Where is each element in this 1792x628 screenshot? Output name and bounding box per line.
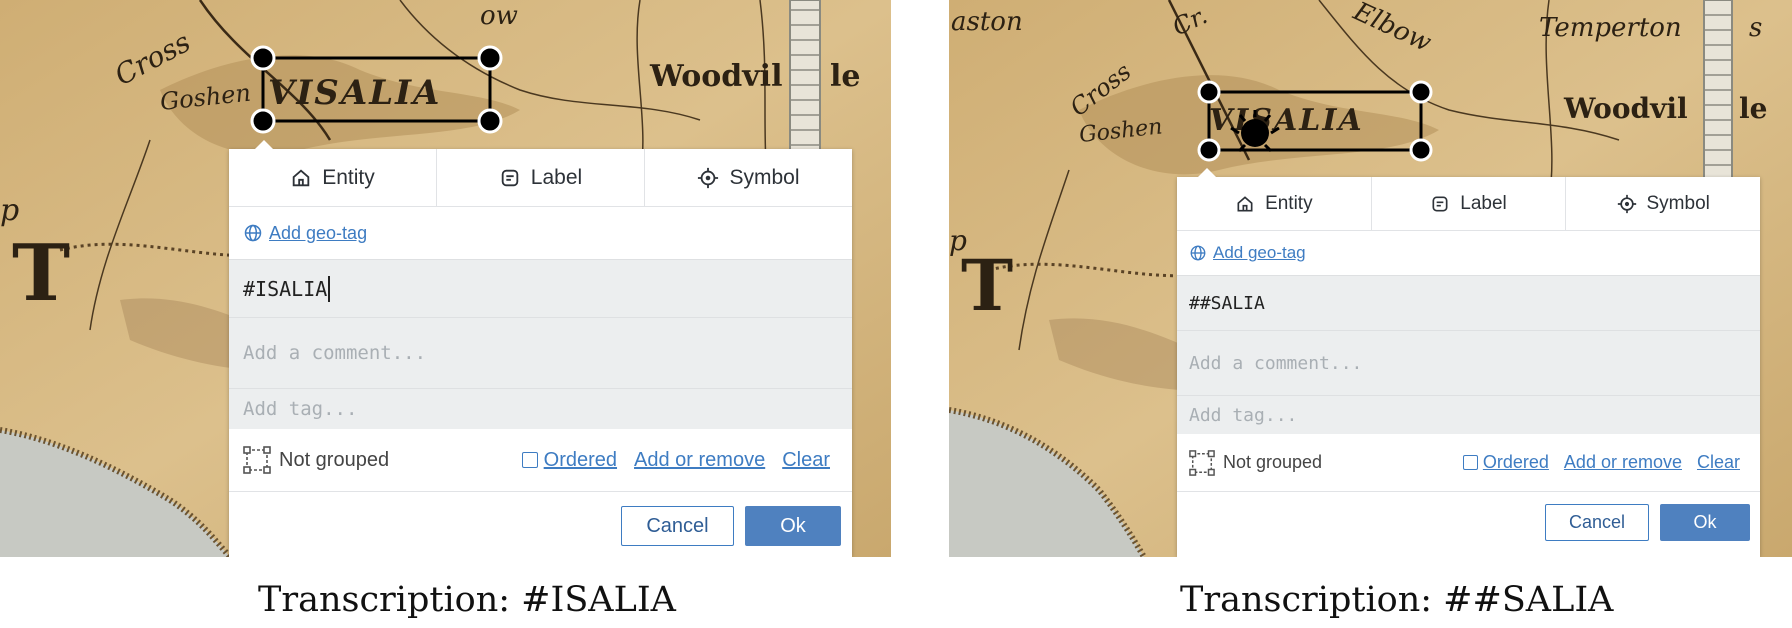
tab-entity[interactable]: Entity bbox=[1177, 177, 1372, 230]
ordered-link[interactable]: Ordered bbox=[544, 449, 617, 472]
action-buttons: Cancel Ok bbox=[229, 492, 852, 557]
crosshair-icon bbox=[1617, 194, 1636, 213]
annotation-tabs: Entity Label Symbol bbox=[1177, 177, 1760, 231]
tab-symbol-label: Symbol bbox=[729, 165, 800, 189]
comment-placeholder: Add a comment... bbox=[243, 342, 427, 364]
clear-link[interactable]: Clear bbox=[782, 449, 830, 472]
selection-handle bbox=[477, 45, 503, 71]
map-letter-p: p bbox=[949, 224, 967, 257]
selection-handle bbox=[250, 108, 276, 134]
cancel-button[interactable]: Cancel bbox=[1545, 503, 1649, 541]
globe-icon bbox=[1190, 245, 1206, 261]
map-label-woodville: Woodvil bbox=[1563, 92, 1688, 125]
text-cursor bbox=[328, 275, 331, 302]
home-icon bbox=[1237, 195, 1253, 211]
map-label-aston: aston bbox=[951, 7, 1023, 37]
ordered-checkbox[interactable] bbox=[521, 452, 538, 468]
transcription-value: ##SALIA bbox=[1189, 292, 1265, 314]
map-letter-t: T bbox=[961, 244, 1013, 327]
selection-handle bbox=[1409, 138, 1433, 162]
ordered-checkbox[interactable] bbox=[1462, 455, 1478, 470]
map-label-temperton: Temperton bbox=[1539, 13, 1682, 43]
tag-input[interactable]: Add tag... bbox=[1177, 395, 1760, 434]
caption-right: Transcription: ##SALIA bbox=[1180, 580, 1614, 620]
geo-tag-row: Add geo-tag bbox=[1177, 231, 1760, 275]
crosshair-icon bbox=[698, 167, 719, 188]
grouping-row: Not grouped Ordered Add or remove Clear bbox=[229, 429, 852, 492]
label-icon bbox=[1432, 196, 1448, 211]
geo-tag-row: Add geo-tag bbox=[229, 207, 852, 259]
cancel-button[interactable]: Cancel bbox=[621, 506, 734, 546]
tab-entity[interactable]: Entity bbox=[229, 149, 437, 206]
group-icon bbox=[243, 446, 271, 474]
map-label-visalia: VISALIA bbox=[1209, 103, 1364, 138]
globe-icon bbox=[244, 224, 262, 242]
tab-symbol[interactable]: Symbol bbox=[1566, 177, 1760, 230]
group-status: Not grouped bbox=[1223, 452, 1323, 472]
map-label-temperton-suffix: s bbox=[1749, 13, 1762, 43]
annotation-popup: Entity Label Symbol Add geo-tag #ISALIA … bbox=[229, 140, 852, 557]
add-or-remove-link[interactable]: Add or remove bbox=[634, 449, 765, 472]
transcription-value: #ISALIA bbox=[243, 276, 328, 301]
tab-label-label: Label bbox=[1460, 192, 1507, 214]
ordered-link[interactable]: Ordered bbox=[1483, 452, 1549, 473]
transcription-input[interactable]: ##SALIA bbox=[1177, 275, 1760, 330]
tab-entity-label: Entity bbox=[322, 165, 375, 189]
add-or-remove-link[interactable]: Add or remove bbox=[1564, 452, 1682, 473]
tag-input[interactable]: Add tag... bbox=[229, 388, 852, 429]
comment-input[interactable]: Add a comment... bbox=[229, 317, 852, 388]
map-label-visalia: VISALIA bbox=[268, 73, 441, 113]
tab-label[interactable]: Label bbox=[1372, 177, 1567, 230]
map-label-woodville: Woodvil bbox=[649, 59, 782, 94]
right-panel: aston Cr. Elbow Temperton s Cross Goshen… bbox=[949, 0, 1792, 557]
map-letter-t: T bbox=[12, 228, 70, 319]
clear-link[interactable]: Clear bbox=[1697, 452, 1740, 473]
ok-button[interactable]: Ok bbox=[745, 506, 841, 546]
selection-handle bbox=[477, 108, 503, 134]
map-letter-p: p bbox=[0, 193, 19, 228]
tab-label[interactable]: Label bbox=[437, 149, 645, 206]
caption-left: Transcription: #ISALIA bbox=[258, 580, 676, 620]
add-geo-tag-link[interactable]: Add geo-tag bbox=[1213, 243, 1306, 263]
map-label-woodville-suffix: le bbox=[830, 59, 860, 94]
label-icon bbox=[501, 169, 519, 186]
transcription-input[interactable]: #ISALIA bbox=[229, 259, 852, 317]
left-panel: Cross Goshen VISALIA Woodvil le ow T p E… bbox=[0, 0, 891, 557]
group-icon bbox=[1189, 449, 1215, 476]
map-label-woodville-suffix: le bbox=[1739, 92, 1767, 125]
tab-symbol[interactable]: Symbol bbox=[645, 149, 852, 206]
comment-input[interactable]: Add a comment... bbox=[1177, 330, 1760, 395]
selection-handle bbox=[1197, 80, 1221, 104]
tag-placeholder: Add tag... bbox=[1189, 404, 1298, 426]
comment-placeholder: Add a comment... bbox=[1189, 352, 1363, 374]
ok-button[interactable]: Ok bbox=[1660, 503, 1750, 541]
group-status: Not grouped bbox=[279, 448, 390, 471]
annotation-popup: Entity Label Symbol Add geo-tag ##SALIA … bbox=[1177, 168, 1760, 557]
tag-placeholder: Add tag... bbox=[243, 398, 358, 420]
action-buttons: Cancel Ok bbox=[1177, 492, 1760, 552]
tab-symbol-label: Symbol bbox=[1646, 192, 1710, 214]
annotation-tabs: Entity Label Symbol bbox=[229, 149, 852, 207]
selection-handle bbox=[1409, 80, 1433, 104]
home-icon bbox=[292, 168, 310, 186]
tab-entity-label: Entity bbox=[1265, 192, 1313, 214]
selection-handle bbox=[1197, 138, 1221, 162]
selection-handle bbox=[250, 45, 276, 71]
add-geo-tag-link[interactable]: Add geo-tag bbox=[269, 223, 367, 244]
tab-label-label: Label bbox=[530, 165, 583, 189]
map-label-bow: ow bbox=[480, 1, 518, 31]
grouping-row: Not grouped Ordered Add or remove Clear bbox=[1177, 434, 1760, 492]
